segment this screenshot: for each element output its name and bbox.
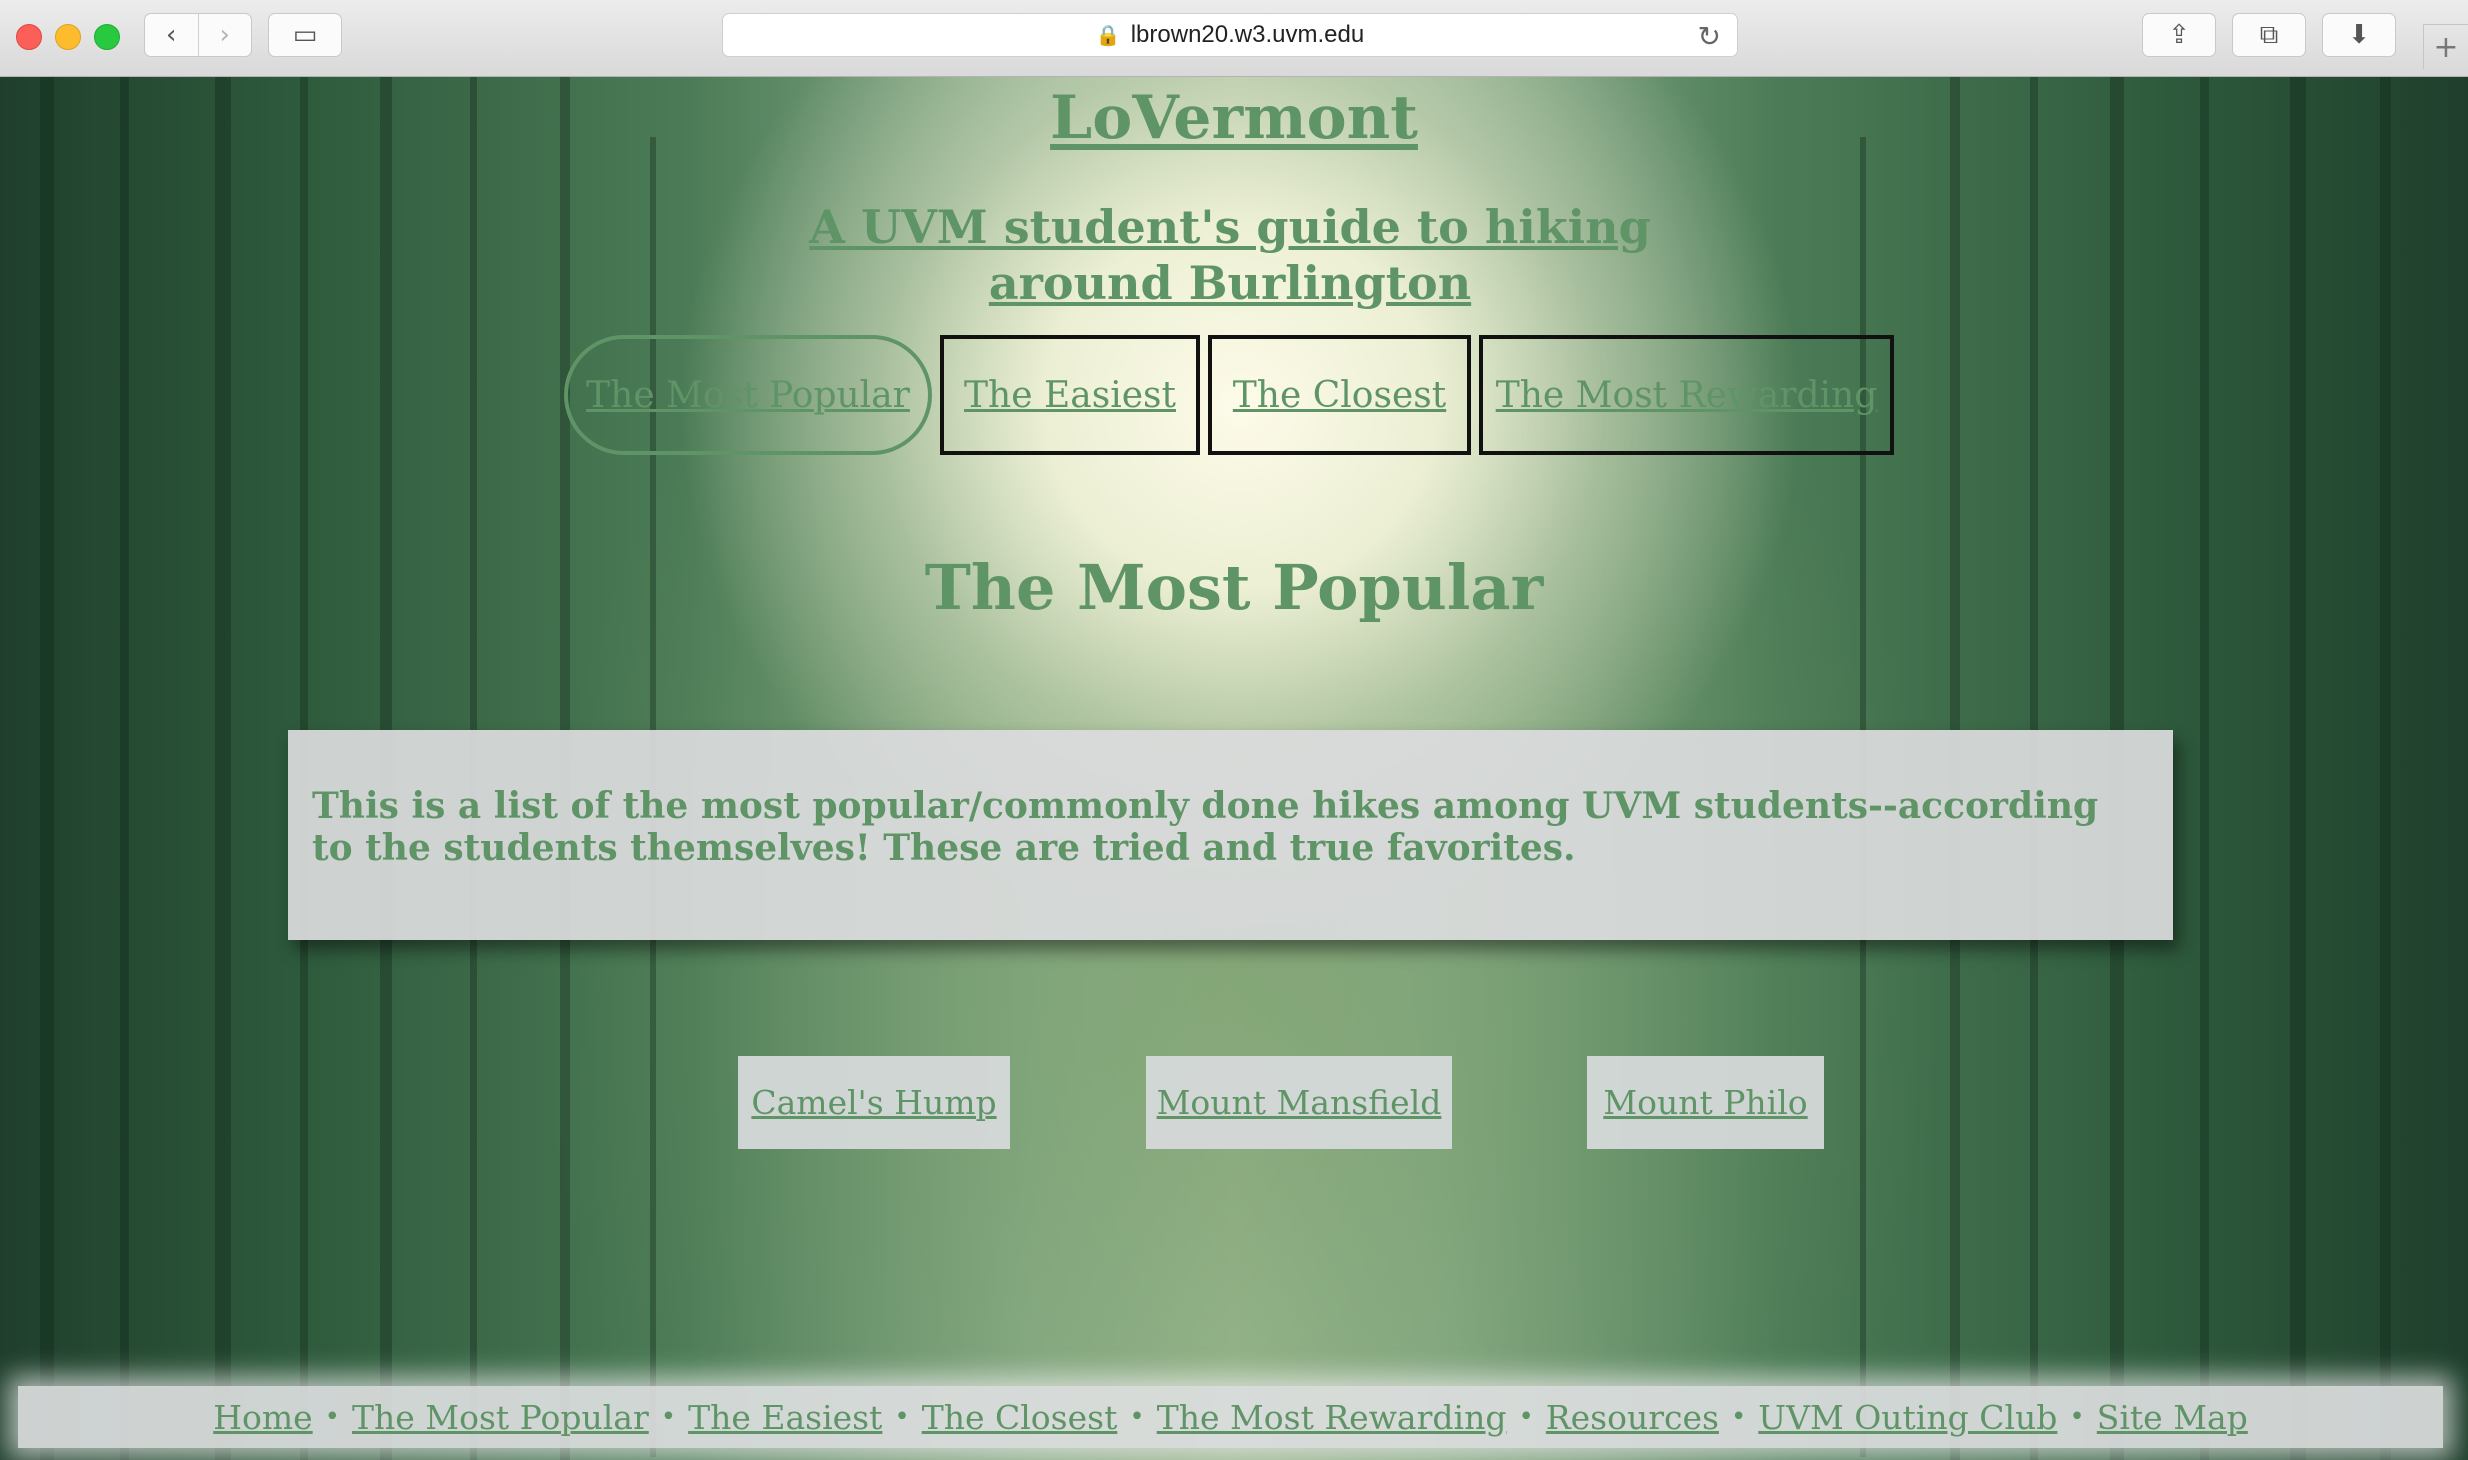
tabs-icon: ⧉ [2259, 19, 2279, 50]
hike-link-mount-mansfield[interactable]: Mount Mansfield [1146, 1056, 1452, 1149]
page-content: LoVermont A UVM student's guide to hikin… [0, 77, 2468, 1460]
footer-link-site-map[interactable]: Site Map [2097, 1398, 2248, 1437]
footer-separator: • [1730, 1402, 1747, 1432]
url-text: lbrown20.w3.uvm.edu [1130, 21, 1365, 48]
share-button[interactable]: ⇪ [2142, 13, 2216, 57]
forward-icon[interactable]: › [197, 14, 252, 56]
show-tabs-button[interactable]: ⧉ [2232, 13, 2306, 57]
footer-link-most-rewarding[interactable]: The Most Rewarding [1157, 1398, 1507, 1437]
downloads-button[interactable]: ⬇ [2322, 13, 2396, 57]
minimize-window-button[interactable] [55, 24, 81, 50]
site-tagline[interactable]: A UVM student's guide to hiking around B… [750, 199, 1710, 311]
footer-link-resources[interactable]: Resources [1546, 1398, 1719, 1437]
footer-link-closest[interactable]: The Closest [922, 1398, 1118, 1437]
footer-link-easiest[interactable]: The Easiest [688, 1398, 882, 1437]
tab-easiest[interactable]: The Easiest [940, 335, 1200, 455]
hike-link-mount-philo[interactable]: Mount Philo [1587, 1056, 1824, 1149]
footer-link-most-popular[interactable]: The Most Popular [352, 1398, 649, 1437]
reload-icon[interactable]: ↻ [1698, 20, 1721, 53]
footer-separator: • [1518, 1402, 1534, 1432]
address-bar[interactable]: 🔒 lbrown20.w3.uvm.edu ↻ [722, 13, 1738, 57]
footer-separator: • [2069, 1402, 2085, 1432]
hike-link-camels-hump[interactable]: Camel's Hump [738, 1056, 1010, 1149]
browser-toolbar: ‹ › ▭ 🔒 lbrown20.w3.uvm.edu ↻ ⇪ ⧉ ⬇ + [0, 0, 2468, 77]
download-icon: ⬇ [2348, 20, 2370, 50]
sidebar-icon: ▭ [292, 20, 318, 50]
tab-most-popular[interactable]: The Most Popular [564, 335, 932, 455]
plus-icon: + [2433, 29, 2459, 65]
site-title[interactable]: LoVermont [0, 83, 2468, 153]
footer-separator: • [660, 1402, 677, 1432]
footer-separator: • [324, 1402, 341, 1432]
tab-closest[interactable]: The Closest [1208, 335, 1471, 455]
intro-text-box: This is a list of the most popular/commo… [288, 730, 2173, 940]
footer-link-uvm-outing-club[interactable]: UVM Outing Club [1758, 1398, 2057, 1437]
share-icon: ⇪ [2168, 20, 2190, 50]
footer-separator: • [894, 1402, 910, 1432]
lock-icon: 🔒 [1095, 24, 1121, 47]
intro-text: This is a list of the most popular/commo… [312, 785, 2099, 869]
footer-separator: • [1129, 1402, 1145, 1432]
footer-link-home[interactable]: Home [213, 1398, 312, 1437]
close-window-button[interactable] [16, 24, 42, 50]
tab-most-rewarding[interactable]: The Most Rewarding [1479, 335, 1894, 455]
new-tab-button[interactable]: + [2423, 24, 2468, 69]
history-nav: ‹ › [144, 13, 252, 57]
back-icon[interactable]: ‹ [145, 14, 198, 56]
main-nav: The Most Popular The Easiest The Closest… [0, 335, 2468, 455]
sidebar-toggle-button[interactable]: ▭ [268, 13, 342, 57]
footer-nav: Home • The Most Popular • The Easiest • … [18, 1386, 2443, 1448]
zoom-window-button[interactable] [94, 24, 120, 50]
page-heading: The Most Popular [924, 551, 1544, 624]
